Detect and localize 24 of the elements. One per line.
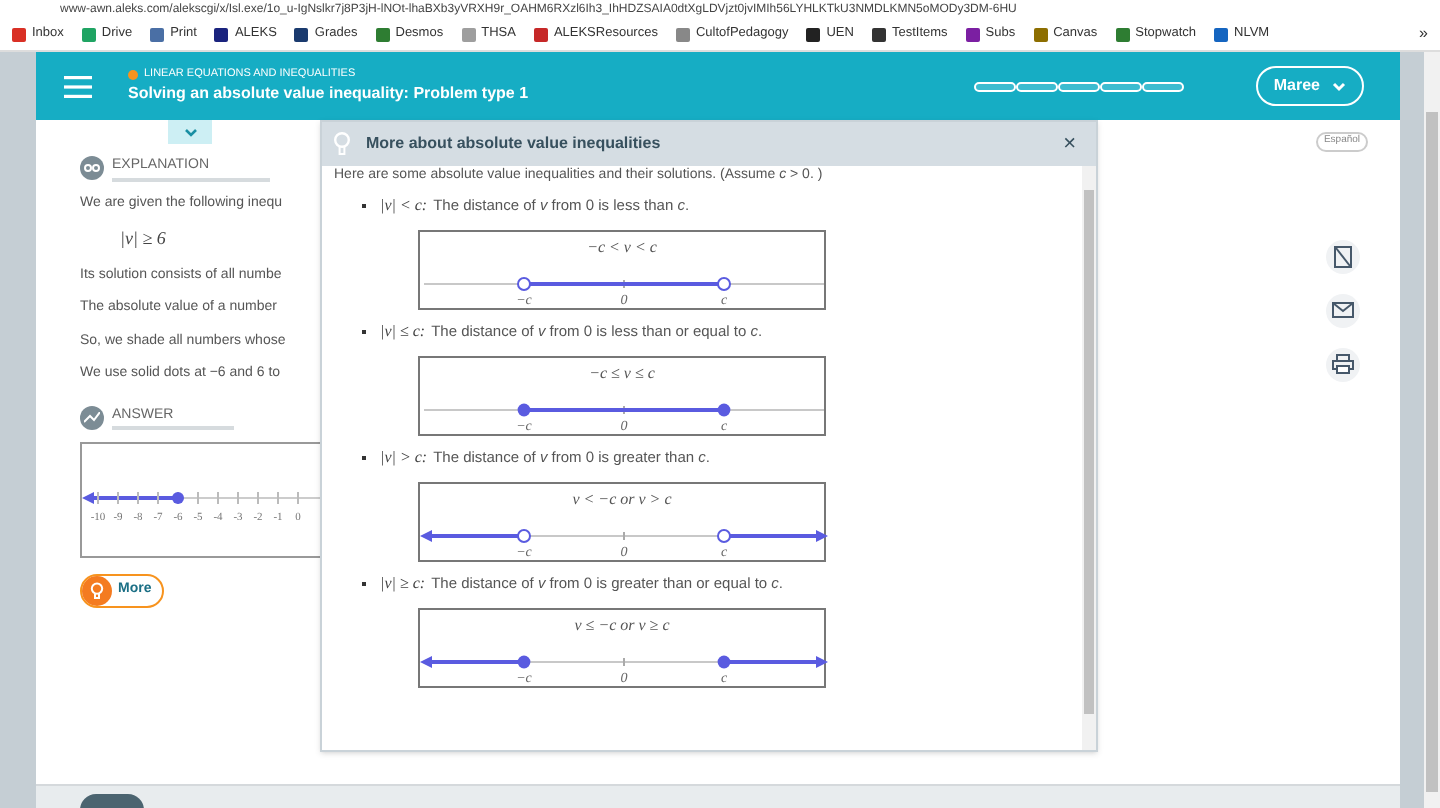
inequality-condition: |v| ≤ c: — [380, 320, 426, 344]
dialog-title: More about absolute value inequalities — [366, 132, 661, 156]
close-button[interactable]: × — [1063, 133, 1076, 155]
lightbulb-icon — [334, 132, 350, 156]
chevron-down-icon — [1332, 81, 1346, 91]
inequality-condition: |v| ≥ c: — [380, 572, 426, 596]
inequality-label: −c < v < c — [585, 236, 659, 260]
page-title: Solving an absolute value inequality: Problem type 1 — [128, 82, 529, 107]
more-bookmarks[interactable]: » — [1419, 22, 1428, 46]
inequality-condition: |v| < c: — [380, 194, 428, 218]
menu-icon[interactable] — [64, 75, 92, 97]
collapse-tab[interactable] — [168, 120, 212, 144]
chevron-down-icon — [183, 127, 197, 137]
inequality-label: v ≤ −c or v ≥ c — [572, 614, 672, 638]
infinity-icon — [80, 156, 104, 181]
inequality-condition: |v| > c: — [380, 446, 428, 470]
math-expression: |v| ≥ 6 — [120, 226, 166, 252]
lightbulb-icon — [82, 576, 112, 606]
print-icon[interactable] — [1325, 347, 1359, 381]
inequality-label: −c ≤ v ≤ c — [587, 362, 657, 386]
calculator-icon[interactable] — [1325, 239, 1359, 273]
mail-icon[interactable] — [1325, 293, 1359, 327]
inequality-label: v < −c or v > c — [570, 488, 674, 512]
graph-icon — [80, 405, 104, 430]
